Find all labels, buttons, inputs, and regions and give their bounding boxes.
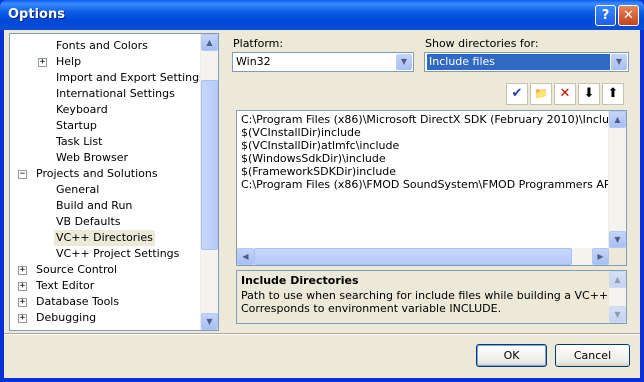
description-line-1: Path to use when searching for include f… [241,289,627,302]
tree-item-label: Projects and Solutions [36,167,158,180]
window-title: Options [8,7,65,22]
expand-icon[interactable]: + [38,58,47,67]
tree-item[interactable]: Task List [10,134,202,150]
expand-icon[interactable]: + [18,314,27,323]
close-button[interactable]: ✕ [618,5,639,26]
chevron-down-icon[interactable]: ▼ [396,54,412,70]
tree-item[interactable]: Web Browser [10,150,202,166]
description-line-2: Corresponds to environment variable INCL… [241,302,502,315]
tree-item-label: Database Tools [36,295,120,308]
tree-item[interactable]: Import and Export Settings [10,70,205,86]
tree-item[interactable]: VB Defaults [10,214,202,230]
tree-item[interactable]: VC++ Project Settings [10,246,202,262]
expand-icon[interactable]: + [18,266,27,275]
description-scrollbar[interactable]: ▲ ▼ [609,271,626,323]
directory-entry[interactable]: C:\Program Files (x86)\FMOD SoundSystem\… [241,178,626,191]
scroll-down-icon[interactable]: ▼ [609,231,626,248]
expand-icon[interactable]: + [18,282,27,291]
scroll-left-icon[interactable]: ◀ [237,248,254,265]
title-bar[interactable]: Options ? ✕ [0,0,644,30]
tree-item[interactable]: − Projects and Solutions [10,166,202,182]
tree-item[interactable]: Keyboard [10,102,202,118]
show-dirs-select[interactable]: Include files ▼ [424,52,629,72]
directory-entry[interactable]: $(WindowsSdkDir)\include [241,152,386,165]
separator [4,333,640,335]
scroll-up-icon[interactable]: ▲ [609,111,626,128]
tree-item-label: Fonts and Colors [56,39,148,52]
tree-item[interactable]: + Text Editor [10,278,202,294]
tree-item[interactable]: General [10,182,202,198]
tree-item-label: Task List [56,135,103,148]
description-title: Include Directories [241,274,359,287]
tree-scroll-thumb[interactable] [201,80,218,250]
tree-item-label: Help [56,55,82,68]
move-down-button[interactable]: ⬇ [578,83,600,105]
tree-item-label: Text Editor [36,279,95,292]
collapse-icon[interactable]: − [18,170,27,179]
chevron-down-icon[interactable]: ▼ [611,54,627,70]
list-hscroll-thumb[interactable] [254,248,572,265]
scroll-down-icon[interactable]: ▼ [609,306,626,323]
directory-entry[interactable]: C:\Program Files (x86)\Microsoft DirectX… [241,113,623,126]
tree-item-label: VC++ Directories [54,230,155,246]
tree-item[interactable]: + Source Control [10,262,202,278]
scroll-up-icon[interactable]: ▲ [609,271,626,288]
scroll-right-icon[interactable]: ▶ [592,248,609,265]
cancel-button[interactable]: Cancel [555,344,630,367]
tree-scrollbar[interactable]: ▲ ▼ [200,34,218,330]
expand-icon[interactable]: + [18,298,27,307]
help-button[interactable]: ? [595,5,616,26]
tree-item-label: Build and Run [56,199,133,212]
scroll-down-icon[interactable]: ▼ [201,313,218,330]
tree-item-label: VB Defaults [56,215,121,228]
directory-entry[interactable]: $(FrameworkSDKDir)include [241,165,396,178]
check-button[interactable]: ✔ [506,83,528,105]
new-folder-button[interactable]: 📁 [530,83,552,105]
list-vscrollbar[interactable]: ▲ ▼ [608,111,626,248]
platform-value: Win32 [236,55,271,68]
show-dirs-value: Include files [427,54,610,70]
tree-item-label: Source Control [36,263,118,276]
tree-item-label: International Settings [56,87,175,100]
list-hscrollbar[interactable]: ◀ ▶ [237,248,609,265]
tree-item[interactable]: International Settings [10,86,202,102]
tree-item[interactable]: VC++ Directories [10,230,202,246]
tree-item[interactable]: Startup [10,118,202,134]
tree-item[interactable]: + Database Tools [10,294,202,310]
tree-item[interactable]: + Debugging [10,310,202,326]
tree-item-label: Startup [56,119,97,132]
platform-label: Platform: [233,37,284,50]
directory-entry[interactable]: $(VCInstallDir)include [241,126,361,139]
dialog-client: Fonts and Colors + Help Import and Export S… [4,30,640,378]
directory-entry[interactable]: $(VCInstallDir)atlmfc\include [241,139,399,152]
tree-item-label: Debugging [36,311,97,324]
tree-item-label: VC++ Project Settings [56,247,180,260]
tree-item-label: Import and Export Settings [56,71,205,84]
description-panel: Include Directories Path to use when sea… [236,270,627,324]
show-dirs-label: Show directories for: [425,37,539,50]
platform-select[interactable]: Win32 ▼ [232,52,414,72]
directories-list[interactable]: C:\Program Files (x86)\Microsoft DirectX… [236,110,627,266]
tree-item-label: General [56,183,100,196]
delete-button[interactable]: ✕ [554,83,576,105]
options-tree[interactable]: Fonts and Colors + Help Import and Export S… [9,33,219,331]
tree-item-label: Keyboard [56,103,108,116]
tree-item[interactable]: Build and Run [10,198,202,214]
options-window: Options ? ✕ Fonts and Colors + Help Import … [0,0,644,382]
ok-button[interactable]: OK [476,344,547,367]
scroll-up-icon[interactable]: ▲ [201,34,218,51]
tree-item-label: Web Browser [56,151,129,164]
scroll-corner [609,248,626,265]
tree-item[interactable]: Fonts and Colors [10,38,202,54]
tree-item[interactable]: + Help [10,54,202,70]
move-up-button[interactable]: ⬆ [602,83,624,105]
